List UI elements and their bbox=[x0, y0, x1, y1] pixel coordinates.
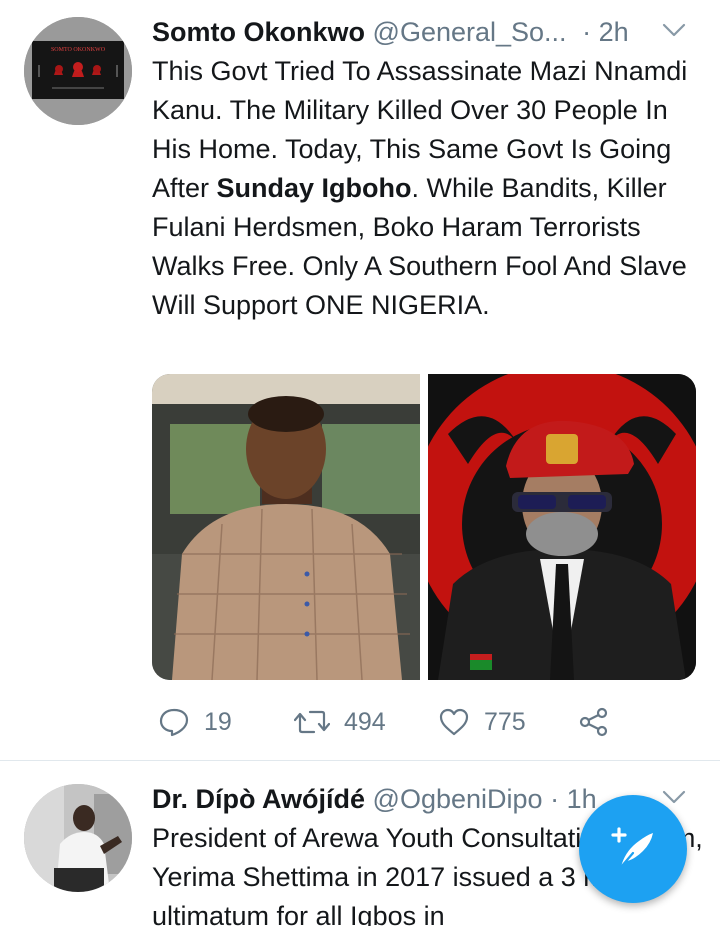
compose-tweet-button[interactable] bbox=[579, 795, 687, 903]
tweet-actions: 19 494 775 bbox=[152, 702, 712, 742]
avatar-image bbox=[24, 784, 132, 892]
like-button[interactable]: 775 bbox=[438, 702, 526, 742]
display-name[interactable]: Dr. Dípò Awójídé bbox=[152, 784, 365, 814]
share-button[interactable] bbox=[578, 702, 610, 742]
tweet-text-bold: Sunday Igboho bbox=[216, 173, 412, 203]
user-handle[interactable]: @OgbeniDipo bbox=[373, 784, 543, 814]
like-count: 775 bbox=[484, 707, 526, 736]
retweet-icon bbox=[294, 710, 330, 734]
compose-tweet-icon bbox=[611, 827, 653, 869]
retweet-count: 494 bbox=[344, 707, 386, 736]
avatar[interactable] bbox=[24, 784, 132, 892]
tweet[interactable]: SOMTO OKONKWO Somto Okonkwo @General_So.… bbox=[0, 0, 720, 760]
reply-count: 19 bbox=[204, 707, 232, 736]
user-handle[interactable]: @General_So... bbox=[373, 17, 567, 47]
separator: · bbox=[582, 17, 592, 47]
separator: · bbox=[550, 784, 560, 814]
retweet-button[interactable]: 494 bbox=[294, 702, 386, 742]
tweet-header: Somto Okonkwo @General_So... · 2h bbox=[152, 14, 702, 50]
tweet-text: This Govt Tried To Assassinate Mazi Nnam… bbox=[152, 52, 712, 325]
chevron-down-icon[interactable] bbox=[660, 16, 688, 44]
photo-man-in-red-beret[interactable] bbox=[428, 374, 696, 680]
timestamp[interactable]: 1h bbox=[567, 784, 597, 814]
display-name[interactable]: Somto Okonkwo bbox=[152, 17, 365, 47]
photo-left-image bbox=[152, 374, 420, 680]
avatar-title: SOMTO OKONKWO bbox=[50, 47, 106, 53]
heart-icon bbox=[439, 708, 469, 736]
tweet-media[interactable] bbox=[152, 374, 696, 680]
timestamp[interactable]: 2h bbox=[599, 17, 629, 47]
avatar[interactable]: SOMTO OKONKWO bbox=[24, 17, 132, 125]
photo-right-image bbox=[428, 374, 696, 680]
reply-button[interactable]: 19 bbox=[158, 702, 232, 742]
photo-man-in-shirt[interactable] bbox=[152, 374, 420, 680]
avatar-image bbox=[24, 17, 132, 125]
speech-bubble-icon bbox=[159, 708, 189, 737]
share-icon bbox=[579, 707, 608, 737]
